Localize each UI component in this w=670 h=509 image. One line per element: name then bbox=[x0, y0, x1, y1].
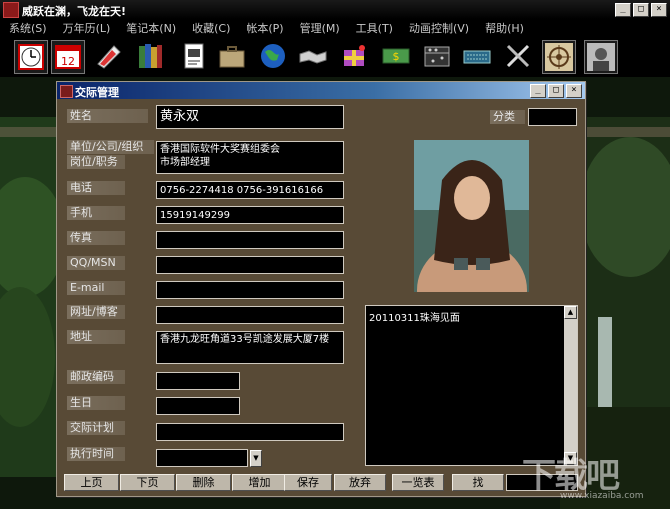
website-field[interactable] bbox=[156, 306, 344, 324]
notes-text: 20110311珠海见面 bbox=[369, 313, 460, 324]
dialog-close-button[interactable]: × bbox=[566, 84, 582, 98]
dialog-icon bbox=[60, 85, 73, 98]
label-plan: 交际计划 bbox=[67, 421, 125, 435]
dialog-titlebar: 交际管理 _ □ × bbox=[57, 82, 585, 99]
mobile-field[interactable]: 15919149299 bbox=[156, 206, 344, 224]
money-icon[interactable]: $ bbox=[380, 40, 412, 72]
abacus-icon[interactable] bbox=[421, 40, 453, 72]
app-titlebar: 威跃在渊，飞龙在天! _ □ × bbox=[0, 0, 670, 19]
clock-icon[interactable] bbox=[14, 40, 48, 74]
portrait-icon[interactable] bbox=[584, 40, 618, 74]
menu-account[interactable]: 帐本(P) bbox=[237, 20, 290, 36]
list-view-button[interactable]: 一览表 bbox=[392, 474, 444, 491]
company-position-field[interactable]: 香港国际软件大奖赛组委会 市场部经理 bbox=[156, 141, 344, 174]
dialog-button-bar: 上页 下页 删除 增加 保存 放弃 一览表 找 bbox=[60, 474, 580, 493]
notes-scrollbar[interactable]: ▲ ▼ bbox=[564, 306, 577, 465]
gift-box-icon[interactable] bbox=[338, 40, 370, 72]
app-title: 威跃在渊，飞龙在天! bbox=[22, 5, 127, 18]
company-value: 香港国际软件大奖赛组委会 bbox=[160, 144, 280, 155]
label-fax: 传真 bbox=[67, 231, 125, 245]
label-company: 单位/公司/组织 bbox=[67, 140, 154, 154]
label-postcode: 邮政编码 bbox=[67, 370, 125, 384]
exec-time-dropdown-button[interactable]: ▼ bbox=[250, 450, 262, 467]
keyboard-icon[interactable] bbox=[461, 40, 493, 72]
watermark-logo: 下载吧 bbox=[522, 456, 620, 496]
menu-calendar[interactable]: 万年历(L) bbox=[54, 20, 118, 36]
label-address: 地址 bbox=[67, 330, 125, 344]
menu-manage[interactable]: 管理(M) bbox=[291, 20, 347, 36]
label-phone: 电话 bbox=[67, 181, 125, 195]
notes-textarea[interactable]: 20110311珠海见面 ▲ ▼ bbox=[365, 305, 578, 466]
svg-text:12: 12 bbox=[61, 55, 75, 68]
dialog-maximize-button[interactable]: □ bbox=[548, 84, 564, 98]
postcode-field[interactable] bbox=[156, 372, 240, 390]
label-category: 分类 bbox=[490, 110, 525, 124]
label-qq: QQ/MSN bbox=[67, 256, 125, 270]
exec-time-field[interactable] bbox=[156, 449, 248, 467]
name-field[interactable]: 黄永双 bbox=[156, 105, 344, 129]
save-button[interactable]: 保存 bbox=[284, 474, 332, 491]
tools-icon[interactable] bbox=[502, 40, 534, 72]
app-window: 威跃在渊，飞龙在天! _ □ × 系统(S) 万年历(L) 笔记本(N) 收藏(… bbox=[0, 0, 670, 509]
scroll-up-icon[interactable]: ▲ bbox=[564, 306, 577, 319]
delete-button[interactable]: 删除 bbox=[176, 474, 231, 491]
calendar-icon[interactable]: 12 bbox=[51, 40, 85, 74]
find-button[interactable]: 找 bbox=[452, 474, 504, 491]
category-field[interactable] bbox=[528, 108, 577, 126]
plan-field[interactable] bbox=[156, 423, 344, 441]
birthday-field[interactable] bbox=[156, 397, 240, 415]
label-birthday: 生日 bbox=[67, 396, 125, 410]
svg-text:$: $ bbox=[393, 50, 400, 63]
helm-icon[interactable] bbox=[542, 40, 576, 74]
phone-field[interactable]: 0756-2274418 0756-391616166 bbox=[156, 181, 344, 199]
address-field[interactable]: 香港九龙旺角道33号凯途发展大厦7楼 bbox=[156, 331, 344, 364]
menu-system[interactable]: 系统(S) bbox=[0, 20, 54, 36]
qq-field[interactable] bbox=[156, 256, 344, 274]
menu-help[interactable]: 帮助(H) bbox=[476, 20, 531, 36]
app-icon bbox=[3, 2, 19, 18]
discard-button[interactable]: 放弃 bbox=[334, 474, 386, 491]
dialog-minimize-button[interactable]: _ bbox=[530, 84, 546, 98]
briefcase-icon[interactable] bbox=[216, 40, 248, 72]
prev-page-button[interactable]: 上页 bbox=[64, 474, 119, 491]
dialog-title: 交际管理 bbox=[75, 86, 119, 99]
watermark-url: www.xiazaiba.com bbox=[560, 491, 644, 501]
label-name: 姓名 bbox=[67, 109, 148, 123]
minimize-button[interactable]: _ bbox=[615, 3, 631, 17]
close-button[interactable]: × bbox=[651, 3, 667, 17]
fax-field[interactable] bbox=[156, 231, 344, 249]
next-page-button[interactable]: 下页 bbox=[120, 474, 175, 491]
label-mobile: 手机 bbox=[67, 206, 125, 220]
label-email: E-mail bbox=[67, 281, 125, 295]
globe-icon[interactable] bbox=[257, 40, 289, 72]
menu-bar: 系统(S) 万年历(L) 笔记本(N) 收藏(C) 帐本(P) 管理(M) 工具… bbox=[0, 19, 670, 36]
label-exec-time: 执行时间 bbox=[67, 447, 125, 461]
contact-photo bbox=[414, 140, 529, 292]
maximize-button[interactable]: □ bbox=[633, 3, 649, 17]
label-website: 网址/博客 bbox=[67, 305, 125, 319]
notebook-icon[interactable] bbox=[92, 40, 124, 72]
menu-favorites[interactable]: 收藏(C) bbox=[183, 20, 237, 36]
position-value: 市场部经理 bbox=[160, 157, 210, 168]
add-button[interactable]: 增加 bbox=[232, 474, 287, 491]
menu-notebook[interactable]: 笔记本(N) bbox=[117, 20, 183, 36]
books-icon[interactable] bbox=[135, 40, 167, 72]
handshake-icon[interactable] bbox=[297, 40, 329, 72]
document-icon[interactable] bbox=[177, 40, 209, 72]
label-position: 岗位/职务 bbox=[67, 155, 125, 169]
toolbar: 12 $ bbox=[0, 37, 670, 76]
email-field[interactable] bbox=[156, 281, 344, 299]
menu-animation[interactable]: 动画控制(V) bbox=[400, 20, 476, 36]
menu-tools[interactable]: 工具(T) bbox=[347, 20, 400, 36]
